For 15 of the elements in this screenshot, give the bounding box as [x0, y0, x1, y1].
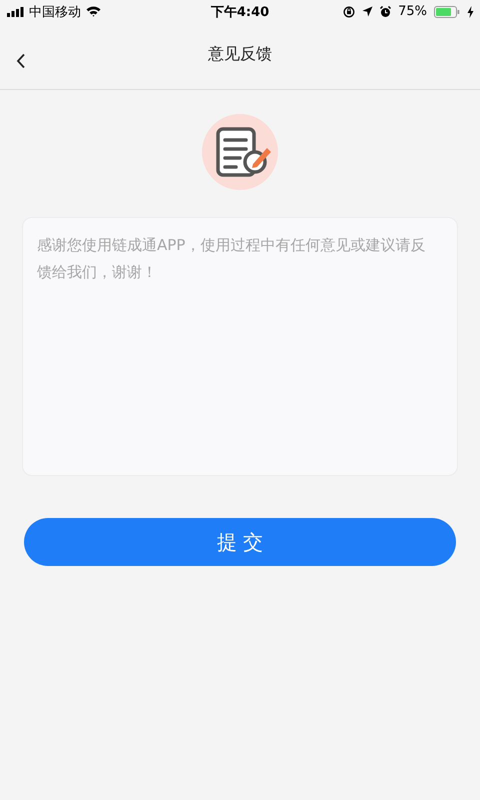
back-icon: [16, 53, 26, 69]
signal-icon: [7, 6, 24, 16]
wifi-icon: [86, 6, 101, 17]
rotation-lock-icon: [343, 6, 356, 18]
submit-button[interactable]: 提 交: [24, 518, 456, 566]
location-arrow-icon: [362, 6, 374, 17]
feedback-document-icon: [200, 112, 280, 192]
charging-icon: [467, 6, 474, 18]
alarm-icon: [380, 6, 392, 18]
feedback-input-field[interactable]: 感谢您使用链成通APP，使用过程中有任何意见或建议请反馈给我们，谢谢！: [22, 217, 458, 476]
page-title: 意见反馈: [208, 44, 272, 64]
carrier-name: 中国移动: [29, 4, 81, 20]
battery-icon: [434, 6, 460, 18]
battery-percent: 75%: [398, 4, 427, 19]
clock-time: 下午4:40: [210, 4, 270, 20]
